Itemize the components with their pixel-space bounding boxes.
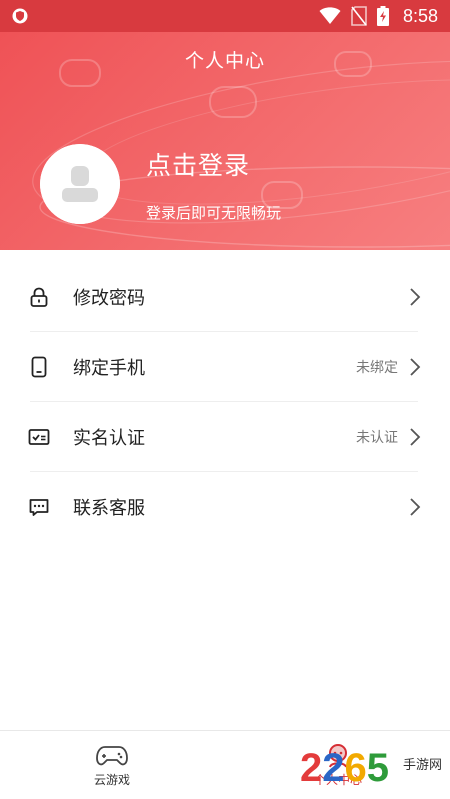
shield-icon: [12, 8, 28, 24]
site-watermark: 2265 手游网: [300, 742, 450, 794]
menu-item-status: 未绑定: [356, 360, 398, 376]
login-subtitle: 登录后即可无限畅玩: [146, 204, 282, 222]
nav-label: 云游戏: [93, 773, 130, 787]
menu-item-label: 联系客服: [73, 498, 145, 519]
chat-icon: [28, 496, 50, 518]
chevron-right-icon: [410, 498, 421, 516]
menu-item-bind-phone[interactable]: 绑定手机 未绑定: [0, 332, 450, 402]
menu-item-contact-support[interactable]: 联系客服: [0, 472, 450, 542]
status-time: 8:58: [402, 5, 438, 26]
settings-menu: 修改密码 绑定手机 未绑定 实名认证 未认证 联系客服: [0, 262, 450, 542]
menu-item-label: 修改密码: [73, 288, 145, 309]
menu-item-change-password[interactable]: 修改密码: [0, 262, 450, 332]
chevron-right-icon: [410, 428, 421, 446]
watermark-text: 手游网: [403, 758, 443, 773]
chevron-right-icon: [410, 288, 421, 306]
phone-icon: [28, 356, 50, 378]
menu-item-real-name-verification[interactable]: 实名认证 未认证: [0, 402, 450, 472]
battery-charging-icon: [376, 6, 389, 26]
lock-icon: [28, 286, 50, 308]
menu-item-label: 实名认证: [73, 428, 145, 449]
id-card-icon: [28, 426, 50, 448]
login-button[interactable]: 点击登录: [146, 146, 250, 182]
nav-item-cloud-games[interactable]: 云游戏: [72, 743, 152, 788]
gamepad-icon: [96, 746, 128, 766]
watermark-digits: 2265: [300, 746, 389, 790]
profile-header: 个人中心 点击登录 登录后即可无限畅玩: [0, 32, 450, 250]
wifi-icon: [319, 7, 341, 24]
no-sim-icon: [351, 6, 367, 26]
avatar[interactable]: [40, 144, 120, 224]
chevron-right-icon: [410, 358, 421, 376]
status-bar: 8:58: [0, 0, 450, 32]
menu-item-status: 未认证: [356, 430, 398, 446]
page-title: 个人中心: [184, 50, 265, 72]
default-avatar-icon: [40, 144, 120, 224]
menu-item-label: 绑定手机: [73, 358, 145, 379]
